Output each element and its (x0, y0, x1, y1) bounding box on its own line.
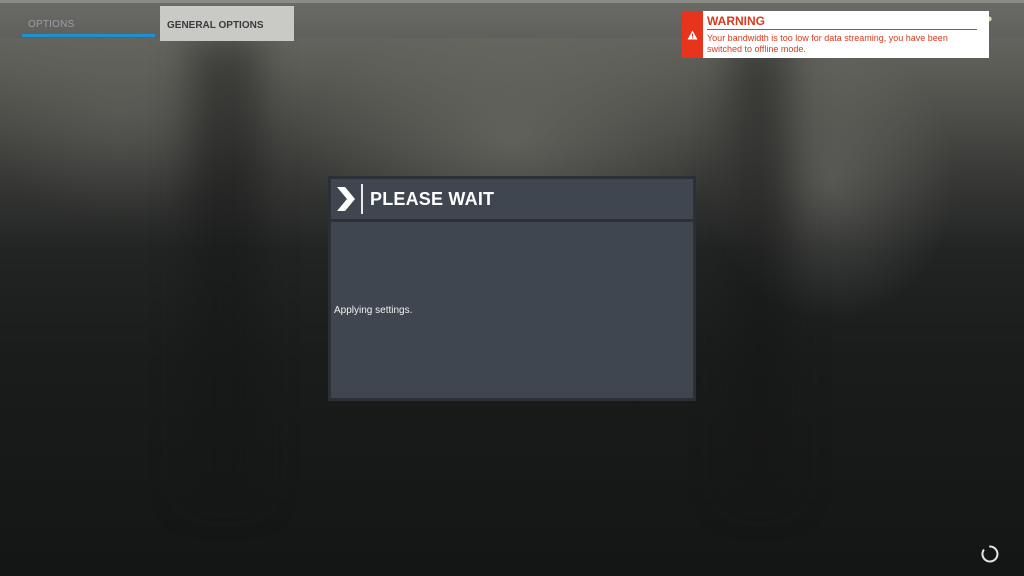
dialog-title: PLEASE WAIT (370, 188, 495, 209)
background-pillar-left (190, 40, 260, 500)
loading-spinner-icon (981, 545, 999, 563)
please-wait-dialog: PLEASE WAIT Applying settings. (328, 176, 696, 401)
warning-message: Your bandwidth is too low for data strea… (707, 33, 948, 54)
warning-body: WARNING Your bandwidth is too low for da… (703, 11, 989, 58)
dialog-body: Applying settings. (331, 222, 693, 398)
tab-general-options[interactable]: GENERAL OPTIONS (160, 6, 294, 41)
chevron-right-icon (331, 179, 361, 219)
header-divider (361, 184, 363, 214)
dialog-message: Applying settings. (334, 305, 413, 316)
warning-triangle-icon (687, 30, 698, 39)
warning-notification: WARNING Your bandwidth is too low for da… (682, 11, 989, 58)
warning-title: WARNING (707, 14, 977, 30)
warning-strip (682, 11, 703, 58)
dialog-header: PLEASE WAIT (331, 179, 693, 219)
tab-options-underline (22, 34, 155, 37)
background-pillar-right (730, 40, 790, 500)
